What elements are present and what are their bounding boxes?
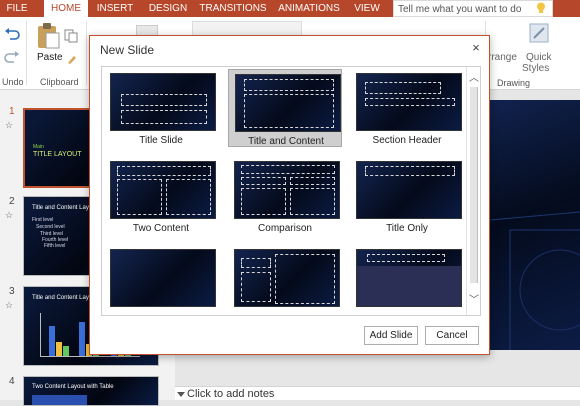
layout-name: Comparison (258, 223, 312, 234)
slide-canvas[interactable] (490, 100, 580, 350)
scrollbar-thumb[interactable] (470, 87, 478, 283)
quick-styles-icon[interactable] (528, 22, 550, 44)
layout-thumbnail (356, 73, 462, 131)
slide-number: 2 (9, 196, 15, 207)
layout-thumbnail (356, 249, 462, 307)
layout-title-and-content[interactable]: Title and Content (228, 69, 342, 147)
layout-thumbnail (110, 249, 216, 307)
layout-name: Title and Content (248, 136, 324, 147)
slide-number: 3 (9, 286, 15, 297)
layout-thumbnail (110, 161, 216, 219)
layout-thumbnail (234, 249, 340, 307)
slide-thumbnail-title: TITLE LAYOUT (33, 151, 82, 158)
layout-name: Title Slide (139, 135, 183, 146)
gallery-scrollbar[interactable]: ︿ ﹀ (466, 67, 480, 315)
drawing-group-label: Drawing (497, 78, 531, 88)
undo-icon[interactable] (4, 27, 20, 41)
tab-animations[interactable]: ANIMATIONS (276, 0, 342, 17)
layout-section-header[interactable]: Section Header (350, 69, 464, 147)
layout-gallery: Title Slide Title and Content Section He… (101, 66, 481, 316)
format-painter-icon[interactable] (66, 53, 78, 65)
new-slide-dialog: New Slide × Title Slide Title and Conten… (89, 35, 490, 355)
ribbon-separator (86, 21, 87, 85)
paste-icon[interactable] (36, 22, 60, 50)
chevron-down-icon[interactable] (177, 392, 185, 398)
paste-button[interactable]: Paste (37, 52, 63, 63)
layout-title-only[interactable]: Title Only (350, 157, 464, 235)
chevron-up-icon[interactable]: ︿ (469, 69, 479, 84)
layout-thumbnail (235, 74, 341, 132)
tab-file[interactable]: FILE (0, 0, 34, 17)
tab-transitions[interactable]: TRANSITIONS (198, 0, 268, 17)
layout-content-with-caption[interactable] (228, 245, 342, 315)
cancel-button[interactable]: Cancel (425, 326, 479, 345)
layout-name: Section Header (372, 135, 442, 146)
redo-icon[interactable] (4, 50, 20, 64)
layout-title-slide[interactable]: Title Slide (104, 69, 218, 147)
dialog-title: New Slide (100, 43, 155, 57)
animation-star-icon: ☆ (5, 300, 14, 310)
slide-background-lines (490, 211, 580, 350)
slide-number: 4 (9, 376, 15, 387)
undo-group-label: Undo (2, 77, 24, 87)
tab-insert[interactable]: INSERT (94, 0, 136, 17)
slide-thumbnail-pretitle: Main (33, 144, 44, 150)
tab-view[interactable]: VIEW (350, 0, 384, 17)
close-icon[interactable]: × (469, 40, 483, 55)
slide-thumbnail-4[interactable]: Two Content Layout with Table (23, 376, 159, 406)
copy-icon[interactable] (64, 29, 78, 43)
layout-comparison[interactable]: Comparison (228, 157, 342, 235)
slide-thumbnail-bullet: Fifth level (44, 243, 66, 249)
quick-styles-label-2[interactable]: Styles (522, 63, 549, 74)
slide-thumbnail-title: Two Content Layout with Table (32, 384, 114, 390)
layout-picture-with-caption[interactable] (350, 245, 464, 315)
ribbon-separator (26, 21, 27, 85)
notes-pane[interactable]: Click to add notes (175, 386, 580, 400)
clipboard-group-label: Clipboard (40, 77, 79, 87)
animation-star-icon: ☆ (5, 120, 14, 130)
tab-home[interactable]: HOME (44, 0, 88, 17)
chevron-down-icon[interactable]: ﹀ (469, 291, 479, 306)
layout-blank[interactable] (104, 245, 218, 315)
layout-two-content[interactable]: Two Content (104, 157, 218, 235)
slide-thumbnail-bullet: Second level (36, 224, 65, 230)
layout-name: Title Only (386, 223, 428, 234)
layout-thumbnail (356, 161, 462, 219)
ribbon-tab-bar: FILE HOME INSERT DESIGN TRANSITIONS ANIM… (0, 0, 580, 17)
layout-name: Two Content (132, 223, 190, 234)
notes-placeholder[interactable]: Click to add notes (187, 388, 274, 400)
slide-number: 1 (9, 106, 15, 117)
mini-table (32, 395, 87, 405)
slide-thumbnail-bullet: First level (32, 217, 54, 223)
quick-styles-label-1[interactable]: Quick (526, 52, 552, 63)
arrange-button[interactable]: rrange (488, 52, 517, 63)
animation-star-icon: ☆ (5, 210, 14, 220)
add-slide-button[interactable]: Add Slide (364, 326, 418, 345)
layout-thumbnail (234, 161, 340, 219)
layout-thumbnail (110, 73, 216, 131)
tell-me-search-input[interactable]: Tell me what you want to do (393, 0, 553, 17)
lightbulb-icon[interactable] (534, 1, 548, 15)
tab-design[interactable]: DESIGN (144, 0, 192, 17)
